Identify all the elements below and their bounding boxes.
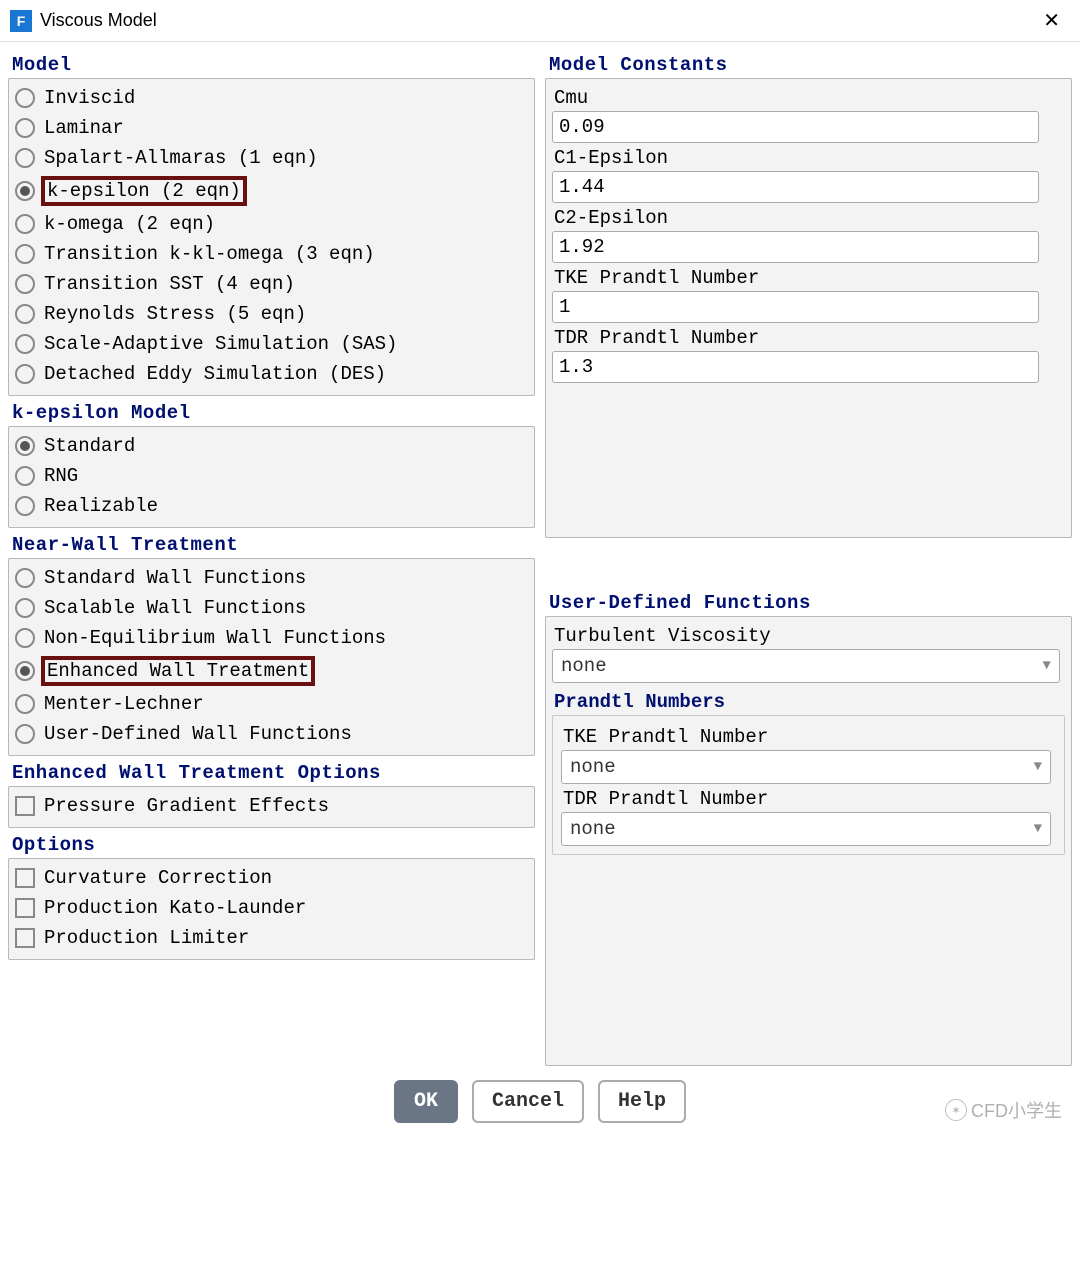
ke-model-title: k-epsilon Model — [12, 402, 535, 424]
prandtl-title: Prandtl Numbers — [554, 691, 1065, 713]
udf-title: User-Defined Functions — [549, 592, 1072, 614]
ke-model-panel: Standard RNG Realizable — [8, 426, 535, 528]
radio-realizable[interactable]: Realizable — [15, 491, 528, 521]
c2eps-label: C2-Epsilon — [554, 207, 1063, 229]
radio-laminar[interactable]: Laminar — [15, 113, 528, 143]
tke-pr-label: TKE Prandtl Number — [554, 267, 1063, 289]
titlebar: F Viscous Model ✕ — [0, 0, 1080, 42]
c2eps-input[interactable] — [552, 231, 1039, 263]
wechat-icon: ✶ — [945, 1099, 967, 1121]
tke-udf-label: TKE Prandtl Number — [563, 726, 1054, 748]
tdr-pr-label: TDR Prandtl Number — [554, 327, 1063, 349]
app-icon: F — [10, 10, 32, 32]
tke-udf-select[interactable]: none ▼ — [561, 750, 1051, 784]
nearwall-title: Near-Wall Treatment — [12, 534, 535, 556]
constants-panel: Cmu C1-Epsilon C2-Epsilon TKE Prandtl Nu… — [545, 78, 1072, 538]
c1eps-input[interactable] — [552, 171, 1039, 203]
cmu-input[interactable] — [552, 111, 1039, 143]
radio-spalart[interactable]: Spalart-Allmaras (1 eqn) — [15, 143, 528, 173]
radio-scalable-wf[interactable]: Scalable Wall Functions — [15, 593, 528, 623]
radio-udwf[interactable]: User-Defined Wall Functions — [15, 719, 528, 749]
radio-des[interactable]: Detached Eddy Simulation (DES) — [15, 359, 528, 389]
check-pgd[interactable]: Pressure Gradient Effects — [15, 791, 528, 821]
watermark-text: CFD小学生 — [971, 1097, 1062, 1123]
radio-k-omega[interactable]: k-omega (2 eqn) — [15, 209, 528, 239]
radio-trans-kkl[interactable]: Transition k-kl-omega (3 eqn) — [15, 239, 528, 269]
ewt-options-panel: Pressure Gradient Effects — [8, 786, 535, 828]
radio-std-wf[interactable]: Standard Wall Functions — [15, 563, 528, 593]
radio-noneq-wf[interactable]: Non-Equilibrium Wall Functions — [15, 623, 528, 653]
ewt-options-title: Enhanced Wall Treatment Options — [12, 762, 535, 784]
model-panel: Inviscid Laminar Spalart-Allmaras (1 eqn… — [8, 78, 535, 396]
turbvisc-label: Turbulent Viscosity — [554, 625, 1063, 647]
tke-pr-input[interactable] — [552, 291, 1039, 323]
tke-udf-value: none — [570, 756, 616, 778]
close-button[interactable]: ✕ — [1033, 6, 1070, 35]
turbvisc-select[interactable]: none ▼ — [552, 649, 1060, 683]
tdr-udf-select[interactable]: none ▼ — [561, 812, 1051, 846]
radio-menter[interactable]: Menter-Lechner — [15, 689, 528, 719]
radio-rsm[interactable]: Reynolds Stress (5 eqn) — [15, 299, 528, 329]
options-panel: Curvature Correction Production Kato-Lau… — [8, 858, 535, 960]
check-prod-lim[interactable]: Production Limiter — [15, 923, 528, 953]
tdr-udf-value: none — [570, 818, 616, 840]
radio-inviscid[interactable]: Inviscid — [15, 83, 528, 113]
radio-rng[interactable]: RNG — [15, 461, 528, 491]
model-title: Model — [12, 54, 535, 76]
radio-k-epsilon[interactable]: k-epsilon (2 eqn) — [15, 173, 528, 209]
chevron-down-icon: ▼ — [1034, 759, 1042, 775]
turbvisc-value: none — [561, 655, 607, 677]
udf-panel: Turbulent Viscosity none ▼ Prandtl Numbe… — [545, 616, 1072, 1066]
prandtl-panel: TKE Prandtl Number none ▼ TDR Prandtl Nu… — [552, 715, 1065, 855]
chevron-down-icon: ▼ — [1034, 821, 1042, 837]
check-curvature[interactable]: Curvature Correction — [15, 863, 528, 893]
radio-sas[interactable]: Scale-Adaptive Simulation (SAS) — [15, 329, 528, 359]
chevron-down-icon: ▼ — [1042, 658, 1050, 674]
tdr-pr-input[interactable] — [552, 351, 1039, 383]
watermark: ✶ CFD小学生 — [0, 1097, 1080, 1123]
window-title: Viscous Model — [40, 10, 157, 31]
radio-ewt[interactable]: Enhanced Wall Treatment — [15, 653, 528, 689]
radio-trans-sst[interactable]: Transition SST (4 eqn) — [15, 269, 528, 299]
constants-title: Model Constants — [549, 54, 1072, 76]
options-title: Options — [12, 834, 535, 856]
check-kato[interactable]: Production Kato-Launder — [15, 893, 528, 923]
dialog-body: Model Inviscid Laminar Spalart-Allmaras … — [0, 42, 1080, 1141]
c1eps-label: C1-Epsilon — [554, 147, 1063, 169]
radio-standard[interactable]: Standard — [15, 431, 528, 461]
tdr-udf-label: TDR Prandtl Number — [563, 788, 1054, 810]
cmu-label: Cmu — [554, 87, 1063, 109]
nearwall-panel: Standard Wall Functions Scalable Wall Fu… — [8, 558, 535, 756]
